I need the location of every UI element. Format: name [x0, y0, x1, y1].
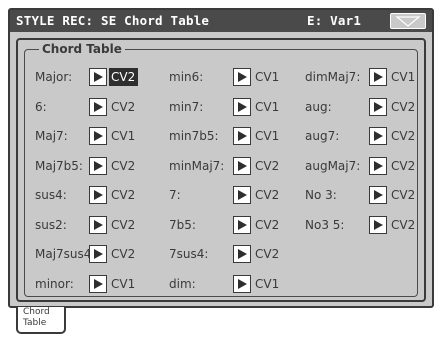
chord-variation-value[interactable]: CV1 — [253, 275, 282, 293]
chord-variation-value[interactable]: CV2 — [253, 245, 282, 263]
play-button[interactable] — [369, 127, 387, 145]
chord-row: No 3: CV2 — [25, 186, 415, 204]
tab-chord-table[interactable]: Chord Table — [16, 307, 66, 334]
page-area: Chord Table Major: CV2 6: CV2 Maj7: CV1 Maj7b5… — [16, 38, 426, 302]
play-icon — [238, 249, 247, 259]
chord-row: aug: CV2 — [25, 98, 415, 116]
play-icon — [374, 131, 383, 141]
chord-label: dimMaj7: — [305, 70, 361, 84]
chord-variation-value[interactable]: CV2 — [389, 98, 418, 116]
chord-row: aug7: CV2 — [25, 127, 415, 145]
chord-label: 7sus4: — [169, 247, 209, 261]
chord-variation-value[interactable]: CV2 — [389, 127, 418, 145]
chord-table-group: Chord Table Major: CV2 6: CV2 Maj7: CV1 Maj7b5… — [24, 41, 418, 297]
chord-variation-value[interactable]: CV2 — [389, 186, 418, 204]
play-button[interactable] — [369, 68, 387, 86]
chord-label: dim: — [169, 277, 196, 291]
play-icon — [374, 220, 383, 230]
play-icon — [374, 190, 383, 200]
play-button[interactable] — [369, 216, 387, 234]
chord-variation-value[interactable]: CV1 — [389, 68, 418, 86]
chord-label: No 3: — [305, 188, 337, 202]
play-icon — [374, 161, 383, 171]
chord-row: augMaj7: CV2 — [25, 157, 415, 175]
chord-variation-value[interactable]: CV2 — [389, 216, 418, 234]
triangle-down-icon — [395, 16, 421, 27]
play-icon — [374, 102, 383, 112]
chord-label: aug: — [305, 100, 332, 114]
chord-variation-value[interactable]: CV2 — [389, 157, 418, 175]
chord-label: No3 5: — [305, 218, 345, 232]
page-title: STYLE REC: SE Chord Table — [16, 13, 210, 28]
chord-row: 7sus4: CV2 — [25, 245, 415, 263]
play-icon — [374, 72, 383, 82]
chord-row: dimMaj7: CV1 — [25, 68, 415, 86]
chord-label: aug7: — [305, 129, 340, 143]
group-title: Chord Table — [39, 41, 125, 57]
chord-table-window: STYLE REC: SE Chord Table E: Var1 Chord … — [8, 8, 434, 308]
page-menu-button[interactable] — [390, 13, 426, 29]
play-button[interactable] — [233, 245, 251, 263]
tab-label: Chord Table — [23, 307, 50, 328]
play-button[interactable] — [369, 98, 387, 116]
chord-row: No3 5: CV2 — [25, 216, 415, 234]
chord-row: dim: CV1 — [25, 275, 415, 293]
play-icon — [238, 279, 247, 289]
play-button[interactable] — [369, 157, 387, 175]
chord-label: augMaj7: — [305, 159, 361, 173]
variation-indicator: E: Var1 — [307, 13, 362, 28]
title-bar: STYLE REC: SE Chord Table E: Var1 — [10, 10, 432, 32]
play-button[interactable] — [233, 275, 251, 293]
play-button[interactable] — [369, 186, 387, 204]
